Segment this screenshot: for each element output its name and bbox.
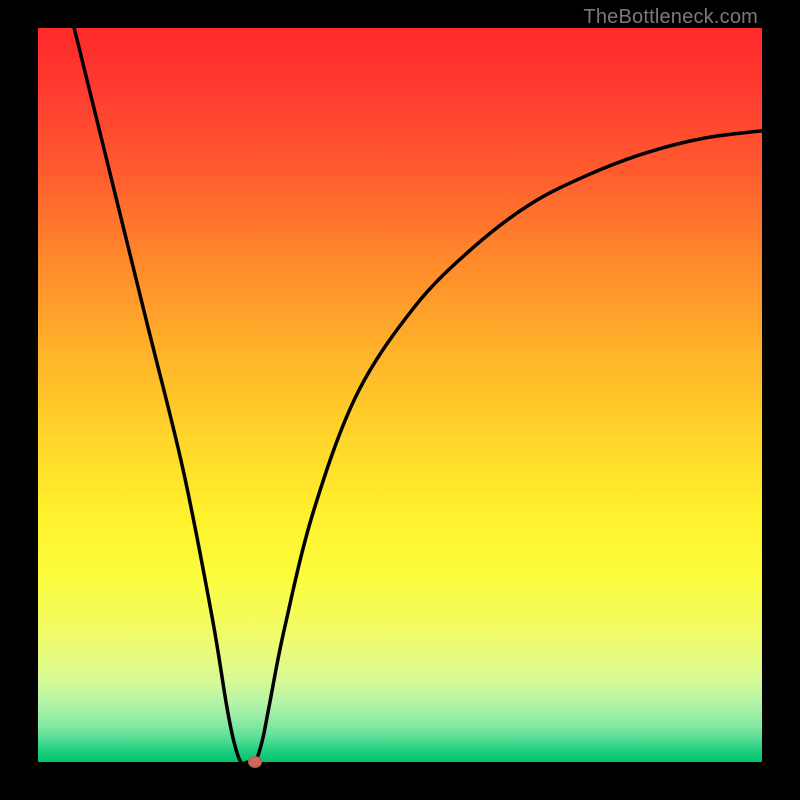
curve-path bbox=[74, 28, 762, 764]
bottleneck-curve bbox=[38, 28, 762, 762]
chart-frame: TheBottleneck.com bbox=[0, 0, 800, 800]
optimal-point-marker bbox=[248, 756, 262, 768]
attribution-text: TheBottleneck.com bbox=[583, 6, 758, 29]
